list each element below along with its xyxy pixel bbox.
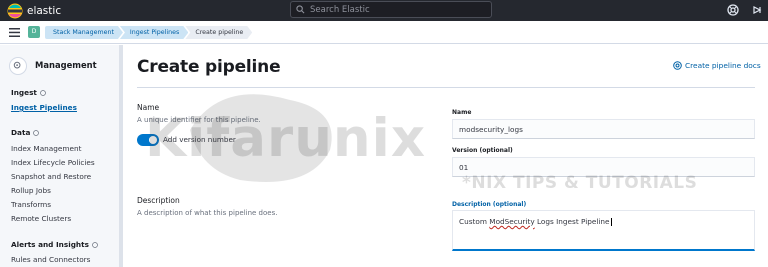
sidebar-scrollbar[interactable] [119, 45, 123, 267]
sidebar-item-index-lifecycle-policies[interactable]: Index Lifecycle Policies [11, 158, 95, 167]
watermark-text: Kifarunix [145, 108, 427, 169]
description-textarea[interactable]: Custom ModSecurity Logs Ingest Pipeline [452, 210, 755, 251]
sidebar-title: Management [35, 60, 97, 70]
info-icon[interactable] [40, 89, 46, 96]
help-icon [673, 61, 682, 70]
info-icon[interactable] [33, 129, 40, 136]
breadcrumb-stack-management[interactable]: Stack Management [45, 26, 123, 39]
watermark-subtext: *NIX TIPS & TUTORIALS [462, 173, 698, 193]
docs-link-label: Create pipeline docs [685, 61, 761, 70]
space-avatar[interactable]: D [28, 26, 40, 38]
sidebar-item-snapshot-and-restore[interactable]: Snapshot and Restore [11, 172, 91, 181]
sidebar-group-label: Ingest [11, 88, 37, 97]
info-icon[interactable] [92, 241, 98, 248]
sidebar-item-transforms[interactable]: Transforms [11, 200, 51, 209]
sidebar-group-label: Alerts and Insights [11, 240, 89, 249]
breadcrumb-create-pipeline: Create pipeline [185, 26, 252, 39]
header-divider [137, 87, 755, 88]
create-pipeline-docs-link[interactable]: Create pipeline docs [673, 61, 761, 70]
brand-name: elastic [27, 4, 62, 17]
help-icon[interactable] [727, 4, 739, 16]
breadcrumb-bar: D Stack Management Ingest Pipelines Crea… [0, 21, 768, 44]
management-sidebar [0, 45, 119, 267]
sidebar-item-rules-and-connectors[interactable]: Rules and Connectors [11, 255, 91, 264]
description-section-title: Description [137, 196, 180, 205]
elastic-home-link[interactable]: elastic [7, 2, 61, 19]
name-field-value: modsecurity_logs [459, 125, 523, 134]
breadcrumb: Stack Management Ingest Pipelines Create… [45, 26, 249, 39]
sidebar-item-index-management[interactable]: Index Management [11, 144, 81, 153]
newsfeed-icon[interactable] [751, 4, 763, 16]
description-value-suffix: Logs Ingest Pipeline [534, 217, 610, 226]
sidebar-group-label: Data [11, 128, 31, 137]
page-title: Create pipeline [137, 57, 281, 77]
text-caret [610, 218, 612, 226]
elastic-logo-icon [7, 3, 23, 18]
sidebar-group-alerts-and-insights: Alerts and Insights [11, 240, 98, 249]
name-field-label: Name [452, 109, 472, 116]
top-navigation-bar: elastic Search Elastic [0, 0, 768, 21]
sidebar-item-rollup-jobs[interactable]: Rollup Jobs [11, 186, 51, 195]
search-icon [296, 5, 305, 14]
search-input[interactable]: Search Elastic [290, 1, 492, 18]
sidebar-group-data: Data [11, 128, 40, 137]
sidebar-item-remote-clusters[interactable]: Remote Clusters [11, 214, 71, 223]
breadcrumb-ingest-pipelines[interactable]: Ingest Pipelines [120, 26, 188, 39]
description-field-label: Description (optional) [452, 201, 527, 208]
name-field[interactable]: modsecurity_logs [452, 119, 755, 139]
version-field-value: 01 [459, 163, 469, 172]
management-gear-icon [9, 57, 27, 75]
description-value-misspelled: ModSecurity [489, 217, 535, 226]
description-value-prefix: Custom [459, 217, 490, 226]
search-placeholder: Search Elastic [310, 4, 370, 15]
sidebar-item-ingest-pipelines[interactable]: Ingest Pipelines [11, 103, 77, 112]
description-section-description: A description of what this pipeline does… [137, 209, 278, 217]
sidebar-group-ingest: Ingest [11, 88, 46, 97]
menu-icon[interactable] [9, 28, 20, 37]
version-field-label: Version (optional) [452, 147, 513, 154]
